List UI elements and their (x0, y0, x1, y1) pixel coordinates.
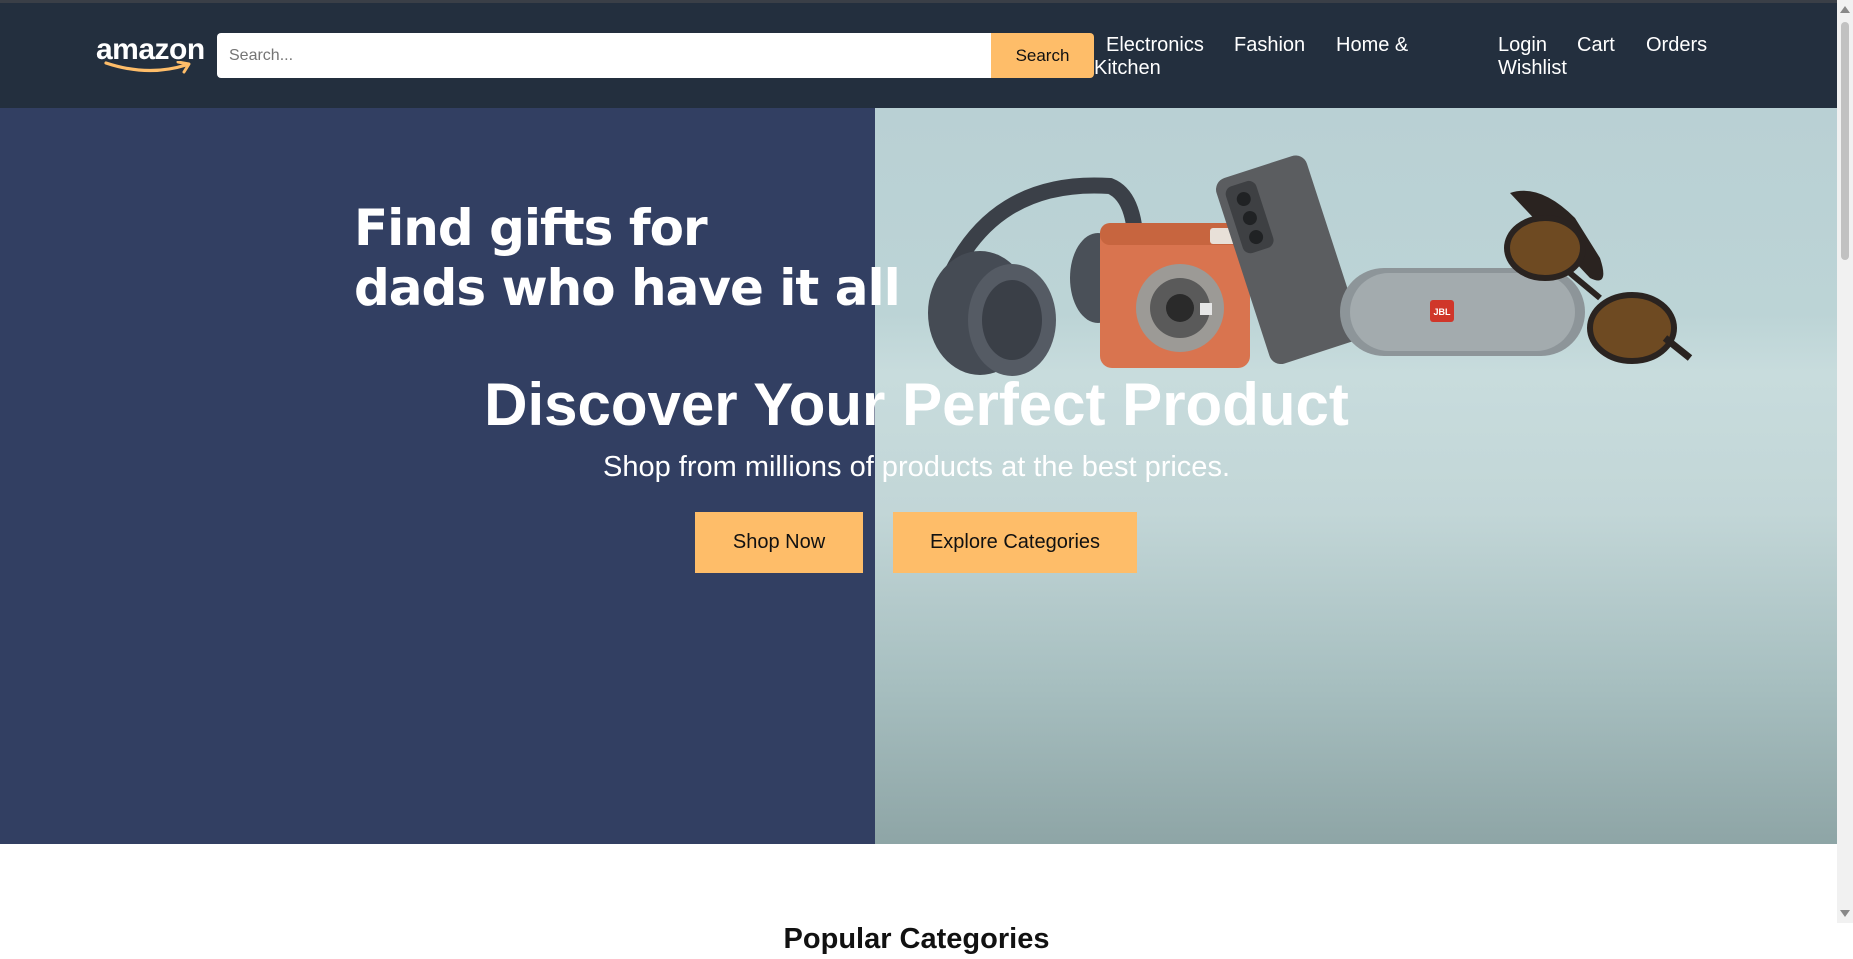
nav-fashion[interactable]: Fashion (1234, 34, 1305, 57)
speaker-image: JBL (1340, 268, 1585, 356)
nav-orders[interactable]: Orders (1646, 34, 1707, 57)
nav-wishlist[interactable]: Wishlist (1498, 57, 1567, 80)
nav-cart[interactable]: Cart (1577, 34, 1615, 57)
speaker-brand-label: JBL (1433, 307, 1451, 317)
hero-banner: Find gifts for dads who have it all JBL … (0, 108, 1837, 844)
scroll-down-arrow-icon[interactable] (1840, 910, 1850, 917)
shop-now-button[interactable]: Shop Now (695, 512, 863, 573)
hero-subtitle: Shop from millions of products at the be… (602, 451, 1230, 483)
nav-home-kitchen[interactable]: Home & (1336, 34, 1408, 57)
smile-arrow-icon (104, 61, 191, 74)
explore-categories-button[interactable]: Explore Categories (893, 512, 1137, 573)
nav-home-kitchen-line2[interactable]: Kitchen (1094, 57, 1161, 80)
popular-categories-heading: Popular Categories (783, 923, 1050, 956)
scroll-thumb[interactable] (1841, 22, 1849, 260)
site-header: amazon Search Electronics Fashion Home &… (0, 3, 1837, 108)
instant-camera-image (1100, 223, 1250, 368)
hero-title: Discover Your Perfect Product (484, 371, 1349, 438)
vertical-scrollbar[interactable] (1837, 0, 1853, 923)
nav-electronics[interactable]: Electronics (1106, 34, 1204, 57)
search-button[interactable]: Search (991, 33, 1094, 78)
scroll-up-arrow-icon[interactable] (1840, 6, 1850, 13)
amazon-logo[interactable]: amazon (96, 33, 206, 77)
search-input[interactable] (217, 33, 991, 78)
nav-login[interactable]: Login (1498, 34, 1547, 57)
